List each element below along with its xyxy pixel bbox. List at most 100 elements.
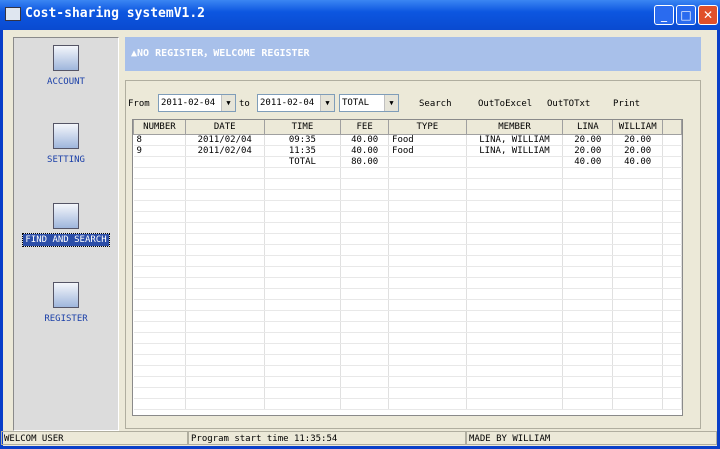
column-header[interactable]: TYPE xyxy=(388,120,467,135)
table-row[interactable]: 8 2011/02/04 09:35 40.00 Food LINA, WILLIAM 20… xyxy=(133,134,682,146)
table-cell xyxy=(388,299,467,311)
print-button[interactable]: Print xyxy=(613,95,640,113)
chevron-down-icon[interactable]: ▼ xyxy=(221,95,235,111)
close-button[interactable]: ✕ xyxy=(698,5,718,25)
column-header-empty xyxy=(662,120,682,135)
table-row[interactable] xyxy=(133,299,682,311)
results-table[interactable]: NUMBER DATE TIME FEE TYPE MEMBER LINA WI… xyxy=(132,119,683,416)
chevron-down-icon[interactable]: ▼ xyxy=(320,95,334,111)
table-cell xyxy=(133,310,186,322)
minimize-button[interactable]: _ xyxy=(654,5,674,25)
search-button[interactable]: Search xyxy=(419,95,452,113)
table-row[interactable] xyxy=(133,189,682,201)
table-cell xyxy=(612,266,664,278)
column-header[interactable]: TIME xyxy=(263,120,342,135)
table-cell: 40.00 xyxy=(612,156,664,168)
table-cell: 2011/02/04 xyxy=(185,145,265,157)
table-row[interactable] xyxy=(133,178,682,190)
table-row[interactable] xyxy=(133,354,682,366)
table-row[interactable] xyxy=(133,200,682,212)
column-header[interactable]: WILLIAM xyxy=(612,120,664,135)
table-cell xyxy=(264,288,342,300)
table-cell xyxy=(388,178,467,190)
table-cell xyxy=(264,167,342,179)
table-row[interactable] xyxy=(133,332,682,344)
table-cell xyxy=(466,332,564,344)
table-cell xyxy=(264,387,342,399)
table-row[interactable] xyxy=(133,222,682,234)
column-header[interactable]: DATE xyxy=(184,120,265,135)
table-row[interactable]: TOTAL 80.00 40.00 40.00 xyxy=(133,156,682,168)
table-cell: 2011/02/04 xyxy=(185,134,265,146)
table-cell xyxy=(388,387,467,399)
table-row[interactable] xyxy=(133,211,682,223)
table-row[interactable]: 9 2011/02/04 11:35 40.00 Food LINA, WILLIAM 20… xyxy=(133,145,682,157)
table-cell xyxy=(612,398,664,410)
table-cell xyxy=(562,354,614,366)
table-row[interactable] xyxy=(133,288,682,300)
table-header: NUMBER DATE TIME FEE TYPE MEMBER LINA WI… xyxy=(133,120,682,135)
table-cell xyxy=(133,321,186,333)
table-row[interactable] xyxy=(133,398,682,410)
table-cell xyxy=(562,167,614,179)
type-select[interactable]: TOTAL ▼ xyxy=(339,94,399,112)
sidebar-item-find-and-search[interactable]: FIND AND SEARCH xyxy=(14,203,118,247)
to-date-picker[interactable]: 2011-02-04 ▼ xyxy=(257,94,335,112)
table-row[interactable] xyxy=(133,255,682,267)
table-cell: Food xyxy=(388,145,467,157)
table-cell xyxy=(133,167,186,179)
sidebar-item-setting[interactable]: SETTING xyxy=(14,123,118,165)
table-cell xyxy=(185,167,265,179)
table-cell xyxy=(388,233,467,245)
table-row[interactable] xyxy=(133,365,682,377)
sidebar-item-account[interactable]: ACCOUNT xyxy=(14,45,118,87)
table-cell xyxy=(388,244,467,256)
table-row[interactable] xyxy=(133,376,682,388)
table-cell xyxy=(466,156,564,168)
table-cell xyxy=(662,376,682,388)
table-cell xyxy=(562,343,614,355)
table-cell: 20.00 xyxy=(562,145,614,157)
table-cell xyxy=(466,211,564,223)
table-cell xyxy=(185,178,265,190)
table-cell xyxy=(466,299,564,311)
out-to-txt-button[interactable]: OutTOTxt xyxy=(547,95,590,113)
table-row[interactable] xyxy=(133,387,682,399)
status-start-time: Program start time 11:35:54 xyxy=(188,431,466,445)
table-cell: LINA, WILLIAM xyxy=(466,134,564,146)
table-row[interactable] xyxy=(133,233,682,245)
table-cell: LINA, WILLIAM xyxy=(466,145,564,157)
table-row[interactable] xyxy=(133,343,682,355)
table-cell xyxy=(340,189,390,201)
column-header[interactable]: NUMBER xyxy=(133,120,186,135)
column-header[interactable]: FEE xyxy=(340,120,390,135)
table-cell xyxy=(133,222,186,234)
table-cell xyxy=(264,189,342,201)
table-cell xyxy=(133,343,186,355)
table-cell xyxy=(340,365,390,377)
table-cell xyxy=(133,211,186,223)
from-date-picker[interactable]: 2011-02-04 ▼ xyxy=(158,94,236,112)
out-to-excel-button[interactable]: OutToExcel xyxy=(478,95,532,113)
table-cell xyxy=(340,244,390,256)
table-cell xyxy=(466,178,564,190)
table-row[interactable] xyxy=(133,244,682,256)
chevron-down-icon[interactable]: ▼ xyxy=(384,95,398,111)
table-cell xyxy=(466,255,564,267)
table-cell xyxy=(340,343,390,355)
table-cell xyxy=(340,266,390,278)
table-cell xyxy=(562,222,614,234)
table-row[interactable] xyxy=(133,310,682,322)
column-header[interactable]: MEMBER xyxy=(465,120,564,135)
table-cell xyxy=(562,178,614,190)
sidebar-item-register[interactable]: REGISTER xyxy=(14,282,118,324)
table-row[interactable] xyxy=(133,167,682,179)
table-row[interactable] xyxy=(133,277,682,289)
table-cell xyxy=(185,387,265,399)
table-cell xyxy=(562,288,614,300)
maximize-button[interactable]: □ xyxy=(676,5,696,25)
column-header[interactable]: LINA xyxy=(562,120,614,135)
table-row[interactable] xyxy=(133,266,682,278)
table-row[interactable] xyxy=(133,321,682,333)
table-cell xyxy=(662,200,682,212)
